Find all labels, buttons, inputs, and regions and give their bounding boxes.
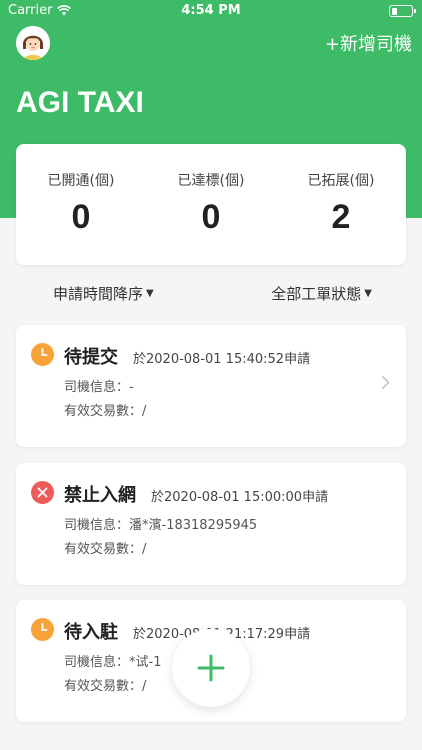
clock-icon xyxy=(31,618,54,641)
application-card[interactable]: 待提交 於2020-08-01 15:40:52申請 司機信息：- 有效交易數：… xyxy=(16,325,406,447)
stat-label: 已拓展(個) xyxy=(307,173,375,189)
plus-icon xyxy=(197,654,225,682)
chevron-right-icon[interactable] xyxy=(381,375,390,390)
stat-value: 0 xyxy=(201,198,221,236)
sort-label: 申請時間降序 xyxy=(53,285,144,303)
driver-info: 司機信息：- xyxy=(64,380,134,395)
x-icon xyxy=(31,481,54,504)
caret-down-icon: ▼ xyxy=(364,288,372,299)
add-driver-button[interactable]: +新增司機 xyxy=(325,30,412,56)
valid-trades: 有效交易數：/ xyxy=(64,542,147,557)
stat-opened: 已開通(個) 0 xyxy=(16,144,146,265)
stat-label: 已開通(個) xyxy=(47,173,115,189)
stat-reached: 已達標(個) 0 xyxy=(146,144,276,265)
card-status: 禁止入網 xyxy=(64,485,136,506)
card-status: 待提交 xyxy=(64,347,118,368)
add-fab-button[interactable] xyxy=(172,629,250,707)
stat-expanded: 已拓展(個) 2 xyxy=(276,144,406,265)
filter-bar: 申請時間降序 ▼ 全部工單狀態 ▼ xyxy=(0,283,422,307)
app-title: AGI TAXI xyxy=(16,86,144,119)
clock-icon xyxy=(31,343,54,366)
valid-trades: 有效交易數：/ xyxy=(64,679,147,694)
status-bar: Carrier 4:54 PM xyxy=(0,0,422,22)
driver-info: 司機信息：*试-1 xyxy=(64,655,162,670)
stats-card: 已開通(個) 0 已達標(個) 0 已拓展(個) 2 xyxy=(16,144,406,265)
sort-dropdown[interactable]: 申請時間降序 ▼ xyxy=(53,283,154,304)
stat-value: 2 xyxy=(331,198,351,236)
application-card[interactable]: 禁止入網 於2020-08-01 15:00:00申請 司機信息：潘*濱-183… xyxy=(16,463,406,585)
avatar[interactable] xyxy=(16,26,50,60)
card-date: 於2020-08-01 15:00:00申請 xyxy=(151,490,329,505)
stat-label: 已達標(個) xyxy=(177,173,245,189)
user-avatar-icon xyxy=(16,26,50,60)
card-status: 待入駐 xyxy=(64,622,118,643)
clock: 4:54 PM xyxy=(181,3,241,18)
card-date: 於2020-08-01 15:40:52申請 xyxy=(133,352,311,367)
status-filter-label: 全部工單狀態 xyxy=(271,285,362,303)
stat-value: 0 xyxy=(71,198,91,236)
driver-info: 司機信息：潘*濱-18318295945 xyxy=(64,518,258,533)
caret-down-icon: ▼ xyxy=(146,288,154,299)
valid-trades: 有效交易數：/ xyxy=(64,404,147,419)
status-filter-dropdown[interactable]: 全部工單狀態 ▼ xyxy=(271,283,372,304)
battery-icon xyxy=(389,5,416,17)
